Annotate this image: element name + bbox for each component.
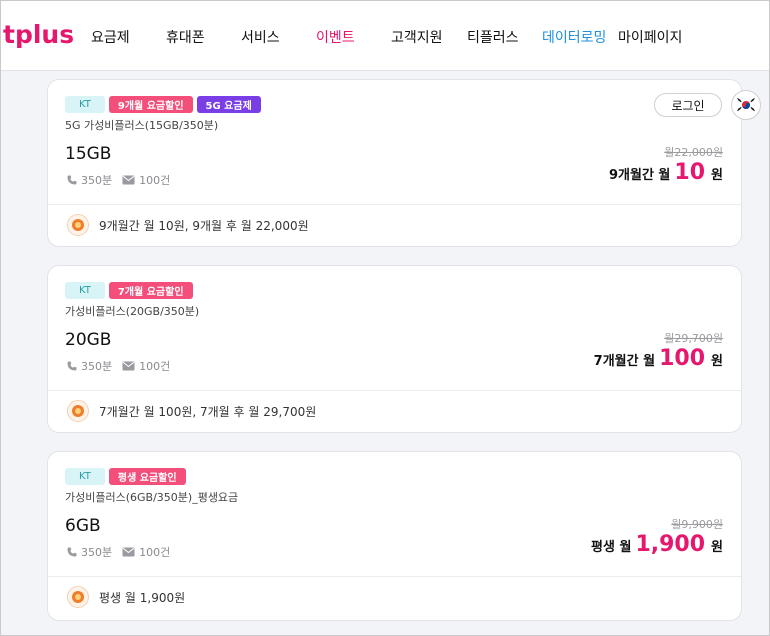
calls-value: 350분 bbox=[81, 546, 113, 559]
site-header: tplus 요금제 휴대폰 서비스 이벤트 고객지원 티플러스 데이터로밍 마이… bbox=[1, 1, 769, 71]
calls-value: 350분 bbox=[81, 174, 113, 187]
sms-value: 100건 bbox=[139, 546, 171, 559]
message-icon bbox=[122, 361, 135, 371]
plan-card[interactable]: KT 7개월 요금할인 가성비플러스(20GB/350분) 20GB 350분 … bbox=[47, 265, 742, 433]
plan-card[interactable]: KT 9개월 요금할인 5G 요금제 5G 가성비플러스(15GB/350분) … bbox=[47, 79, 742, 247]
plan-name: 가성비플러스(6GB/350분)_평생요금 bbox=[65, 491, 239, 504]
nav-mypage[interactable]: 마이페이지 bbox=[618, 27, 682, 47]
discount-price: 평생 월 1,900 원 bbox=[591, 532, 723, 557]
price-period: 평생 월 bbox=[591, 540, 632, 555]
plan-name: 5G 가성비플러스(15GB/350분) bbox=[65, 119, 219, 132]
nav-support[interactable]: 고객지원 bbox=[391, 27, 443, 47]
nav-data-roaming[interactable]: 데이터로밍 bbox=[542, 27, 606, 47]
message-icon bbox=[122, 175, 135, 185]
message-icon bbox=[122, 547, 135, 557]
data-amount: 20GB bbox=[65, 330, 112, 350]
card-divider bbox=[48, 204, 741, 205]
original-price: 월9,900원 bbox=[671, 518, 723, 531]
badge-group: KT 평생 요금할인 bbox=[65, 468, 186, 485]
promo-text: 9개월간 월 10원, 9개월 후 월 22,000원 bbox=[99, 218, 309, 233]
phone-icon bbox=[67, 361, 77, 371]
logo-text: tplus bbox=[3, 20, 74, 49]
price-amount: 100 bbox=[659, 346, 706, 371]
data-amount: 15GB bbox=[65, 144, 112, 164]
badge-group: KT 7개월 요금할인 bbox=[65, 282, 193, 299]
discount-badge: 7개월 요금할인 bbox=[108, 282, 193, 299]
promo-note: 7개월간 월 100원, 7개월 후 월 29,700원 bbox=[67, 400, 316, 422]
calls-spec: 350분 bbox=[67, 172, 112, 188]
calls-spec: 350분 bbox=[67, 358, 112, 374]
discount-price: 7개월간 월 100 원 bbox=[594, 346, 723, 371]
card-divider bbox=[48, 390, 741, 391]
price-amount: 1,900 bbox=[635, 532, 706, 557]
sms-spec: 100건 bbox=[122, 358, 170, 374]
carrier-badge: KT bbox=[65, 468, 105, 485]
plan-name: 가성비플러스(20GB/350분) bbox=[65, 305, 200, 318]
data-amount: 6GB bbox=[65, 516, 101, 536]
korea-flag-icon bbox=[735, 97, 757, 113]
nav-phones[interactable]: 휴대폰 bbox=[166, 27, 205, 47]
nav-tplus[interactable]: 티플러스 bbox=[467, 27, 519, 47]
sms-spec: 100건 bbox=[122, 172, 170, 188]
promo-icon bbox=[67, 214, 89, 236]
calls-value: 350분 bbox=[81, 360, 113, 373]
promo-text: 평생 월 1,900원 bbox=[99, 590, 186, 605]
promo-icon bbox=[67, 586, 89, 608]
price-amount: 10 bbox=[674, 160, 706, 185]
plan-specs: 350분 100건 bbox=[67, 358, 170, 374]
calls-spec: 350분 bbox=[67, 544, 112, 560]
sms-value: 100건 bbox=[139, 174, 171, 187]
nav-services[interactable]: 서비스 bbox=[241, 27, 280, 47]
promo-note: 평생 월 1,900원 bbox=[67, 586, 185, 608]
discount-badge: 평생 요금할인 bbox=[108, 468, 186, 485]
phone-icon bbox=[67, 175, 77, 185]
plan-card[interactable]: KT 평생 요금할인 가성비플러스(6GB/350분)_평생요금 6GB 350… bbox=[47, 451, 742, 621]
plan-type-badge: 5G 요금제 bbox=[196, 96, 261, 113]
phone-icon bbox=[67, 547, 77, 557]
promo-icon bbox=[67, 400, 89, 422]
carrier-badge: KT bbox=[65, 96, 105, 113]
original-price: 월29,700원 bbox=[664, 332, 723, 345]
original-price: 월22,000원 bbox=[664, 146, 723, 159]
price-period: 7개월간 월 bbox=[593, 354, 656, 369]
carrier-badge: KT bbox=[65, 282, 105, 299]
login-button[interactable]: 로그인 bbox=[654, 93, 722, 117]
promo-text: 7개월간 월 100원, 7개월 후 월 29,700원 bbox=[99, 404, 317, 419]
sms-spec: 100건 bbox=[122, 544, 170, 560]
badge-group: KT 9개월 요금할인 5G 요금제 bbox=[65, 96, 261, 113]
tplus-logo[interactable]: tplus bbox=[3, 17, 77, 53]
price-currency: 원 bbox=[711, 354, 723, 369]
plan-specs: 350분 100건 bbox=[67, 544, 170, 560]
price-currency: 원 bbox=[711, 168, 723, 183]
price-currency: 원 bbox=[711, 540, 723, 555]
discount-badge: 9개월 요금할인 bbox=[108, 96, 193, 113]
page-frame: tplus 요금제 휴대폰 서비스 이벤트 고객지원 티플러스 데이터로밍 마이… bbox=[0, 0, 770, 636]
nav-plans[interactable]: 요금제 bbox=[91, 27, 130, 47]
price-period: 9개월간 월 bbox=[608, 168, 671, 183]
card-divider bbox=[48, 576, 741, 577]
language-button[interactable] bbox=[731, 90, 761, 120]
plan-specs: 350분 100건 bbox=[67, 172, 170, 188]
discount-price: 9개월간 월 10 원 bbox=[609, 160, 723, 185]
promo-note: 9개월간 월 10원, 9개월 후 월 22,000원 bbox=[67, 214, 309, 236]
nav-events[interactable]: 이벤트 bbox=[316, 27, 355, 47]
sms-value: 100건 bbox=[139, 360, 171, 373]
